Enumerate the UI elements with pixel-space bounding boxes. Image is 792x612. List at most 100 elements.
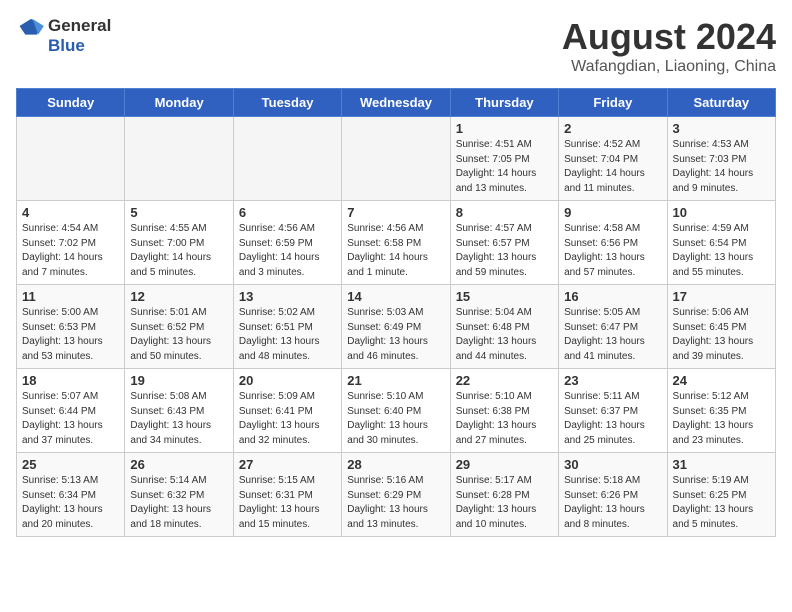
table-row: 24 Sunrise: 5:12 AM Sunset: 6:35 PM Dayli… [667, 369, 775, 453]
table-row: 12 Sunrise: 5:01 AM Sunset: 6:52 PM Dayli… [125, 285, 233, 369]
day-number: 23 [564, 373, 661, 388]
day-info: Sunrise: 5:12 AM Sunset: 6:35 PM Dayligh… [673, 390, 770, 448]
day-number: 12 [130, 289, 227, 304]
day-number: 27 [239, 457, 336, 472]
table-row [125, 117, 233, 201]
day-info: Sunrise: 5:02 AM Sunset: 6:51 PM Dayligh… [239, 306, 336, 364]
day-info: Sunrise: 5:08 AM Sunset: 6:43 PM Dayligh… [130, 390, 227, 448]
day-number: 13 [239, 289, 336, 304]
table-row: 30 Sunrise: 5:18 AM Sunset: 6:26 PM Dayli… [559, 453, 667, 537]
day-info: Sunrise: 5:10 AM Sunset: 6:38 PM Dayligh… [456, 390, 553, 448]
day-number: 28 [347, 457, 444, 472]
day-info: Sunrise: 4:57 AM Sunset: 6:57 PM Dayligh… [456, 222, 553, 280]
table-row: 19 Sunrise: 5:08 AM Sunset: 6:43 PM Dayli… [125, 369, 233, 453]
day-info: Sunrise: 5:14 AM Sunset: 6:32 PM Dayligh… [130, 474, 227, 532]
day-number: 17 [673, 289, 770, 304]
day-number: 19 [130, 373, 227, 388]
day-info: Sunrise: 4:54 AM Sunset: 7:02 PM Dayligh… [22, 222, 119, 280]
table-row: 14 Sunrise: 5:03 AM Sunset: 6:49 PM Dayli… [342, 285, 450, 369]
table-row: 22 Sunrise: 5:10 AM Sunset: 6:38 PM Dayli… [450, 369, 558, 453]
day-number: 30 [564, 457, 661, 472]
logo-general: General [48, 16, 111, 36]
day-info: Sunrise: 5:10 AM Sunset: 6:40 PM Dayligh… [347, 390, 444, 448]
table-row: 10 Sunrise: 4:59 AM Sunset: 6:54 PM Dayli… [667, 201, 775, 285]
day-number: 8 [456, 205, 553, 220]
table-row: 4 Sunrise: 4:54 AM Sunset: 7:02 PM Daylig… [17, 201, 125, 285]
table-row: 27 Sunrise: 5:15 AM Sunset: 6:31 PM Dayli… [233, 453, 341, 537]
table-row: 28 Sunrise: 5:16 AM Sunset: 6:29 PM Dayli… [342, 453, 450, 537]
day-number: 24 [673, 373, 770, 388]
table-row: 16 Sunrise: 5:05 AM Sunset: 6:47 PM Dayli… [559, 285, 667, 369]
day-number: 9 [564, 205, 661, 220]
day-number: 11 [22, 289, 119, 304]
day-number: 15 [456, 289, 553, 304]
day-number: 5 [130, 205, 227, 220]
day-info: Sunrise: 4:52 AM Sunset: 7:04 PM Dayligh… [564, 138, 661, 196]
table-row: 2Sunrise: 4:52 AM Sunset: 7:04 PM Daylig… [559, 117, 667, 201]
calendar-week-3: 11 Sunrise: 5:00 AM Sunset: 6:53 PM Dayli… [17, 285, 776, 369]
table-row: 5 Sunrise: 4:55 AM Sunset: 7:00 PM Daylig… [125, 201, 233, 285]
calendar-subtitle: Wafangdian, Liaoning, China [562, 58, 776, 76]
table-row: 29Sunrise: 5:17 AM Sunset: 6:28 PM Dayli… [450, 453, 558, 537]
table-row: 21 Sunrise: 5:10 AM Sunset: 6:40 PM Dayli… [342, 369, 450, 453]
table-row: 11 Sunrise: 5:00 AM Sunset: 6:53 PM Dayli… [17, 285, 125, 369]
day-number: 21 [347, 373, 444, 388]
day-number: 1 [456, 121, 553, 136]
logo-blue: Blue [48, 36, 85, 56]
day-number: 31 [673, 457, 770, 472]
day-info: Sunrise: 5:07 AM Sunset: 6:44 PM Dayligh… [22, 390, 119, 448]
day-info: Sunrise: 4:56 AM Sunset: 6:58 PM Dayligh… [347, 222, 444, 280]
table-row: 15Sunrise: 5:04 AM Sunset: 6:48 PM Dayli… [450, 285, 558, 369]
day-info: Sunrise: 5:05 AM Sunset: 6:47 PM Dayligh… [564, 306, 661, 364]
day-info: Sunrise: 4:59 AM Sunset: 6:54 PM Dayligh… [673, 222, 770, 280]
day-info: Sunrise: 4:56 AM Sunset: 6:59 PM Dayligh… [239, 222, 336, 280]
day-number: 3 [673, 121, 770, 136]
table-row: 18Sunrise: 5:07 AM Sunset: 6:44 PM Dayli… [17, 369, 125, 453]
table-row: 1 Sunrise: 4:51 AM Sunset: 7:05 PM Daylig… [450, 117, 558, 201]
header-sunday: Sunday [17, 89, 125, 117]
header-saturday: Saturday [667, 89, 775, 117]
day-number: 7 [347, 205, 444, 220]
calendar-title: August 2024 [562, 16, 776, 58]
table-row [233, 117, 341, 201]
day-info: Sunrise: 4:53 AM Sunset: 7:03 PM Dayligh… [673, 138, 770, 196]
day-number: 6 [239, 205, 336, 220]
table-row [342, 117, 450, 201]
page-header: General Blue August 2024 Wafangdian, Lia… [16, 16, 776, 76]
calendar-week-1: 1 Sunrise: 4:51 AM Sunset: 7:05 PM Daylig… [17, 117, 776, 201]
day-info: Sunrise: 5:13 AM Sunset: 6:34 PM Dayligh… [22, 474, 119, 532]
day-number: 10 [673, 205, 770, 220]
day-info: Sunrise: 5:15 AM Sunset: 6:31 PM Dayligh… [239, 474, 336, 532]
day-number: 14 [347, 289, 444, 304]
logo[interactable]: General Blue [16, 16, 111, 56]
header-tuesday: Tuesday [233, 89, 341, 117]
day-info: Sunrise: 4:55 AM Sunset: 7:00 PM Dayligh… [130, 222, 227, 280]
day-number: 25 [22, 457, 119, 472]
day-info: Sunrise: 5:18 AM Sunset: 6:26 PM Dayligh… [564, 474, 661, 532]
table-row: 26Sunrise: 5:14 AM Sunset: 6:32 PM Dayli… [125, 453, 233, 537]
calendar-header-row: Sunday Monday Tuesday Wednesday Thursday… [17, 89, 776, 117]
day-number: 29 [456, 457, 553, 472]
day-info: Sunrise: 4:51 AM Sunset: 7:05 PM Dayligh… [456, 138, 553, 196]
day-info: Sunrise: 5:11 AM Sunset: 6:37 PM Dayligh… [564, 390, 661, 448]
table-row: 20Sunrise: 5:09 AM Sunset: 6:41 PM Dayli… [233, 369, 341, 453]
calendar-week-4: 18Sunrise: 5:07 AM Sunset: 6:44 PM Dayli… [17, 369, 776, 453]
calendar-week-2: 4 Sunrise: 4:54 AM Sunset: 7:02 PM Daylig… [17, 201, 776, 285]
day-info: Sunrise: 5:01 AM Sunset: 6:52 PM Dayligh… [130, 306, 227, 364]
table-row [17, 117, 125, 201]
table-row: 3 Sunrise: 4:53 AM Sunset: 7:03 PM Daylig… [667, 117, 775, 201]
day-info: Sunrise: 5:16 AM Sunset: 6:29 PM Dayligh… [347, 474, 444, 532]
header-friday: Friday [559, 89, 667, 117]
table-row: 8 Sunrise: 4:57 AM Sunset: 6:57 PM Daylig… [450, 201, 558, 285]
day-number: 22 [456, 373, 553, 388]
day-info: Sunrise: 4:58 AM Sunset: 6:56 PM Dayligh… [564, 222, 661, 280]
table-row: 25 Sunrise: 5:13 AM Sunset: 6:34 PM Dayli… [17, 453, 125, 537]
day-number: 16 [564, 289, 661, 304]
logo-icon [16, 16, 46, 36]
table-row: 17Sunrise: 5:06 AM Sunset: 6:45 PM Dayli… [667, 285, 775, 369]
table-row: 6 Sunrise: 4:56 AM Sunset: 6:59 PM Daylig… [233, 201, 341, 285]
table-row: 23 Sunrise: 5:11 AM Sunset: 6:37 PM Dayli… [559, 369, 667, 453]
day-info: Sunrise: 5:00 AM Sunset: 6:53 PM Dayligh… [22, 306, 119, 364]
day-info: Sunrise: 5:03 AM Sunset: 6:49 PM Dayligh… [347, 306, 444, 364]
day-number: 4 [22, 205, 119, 220]
